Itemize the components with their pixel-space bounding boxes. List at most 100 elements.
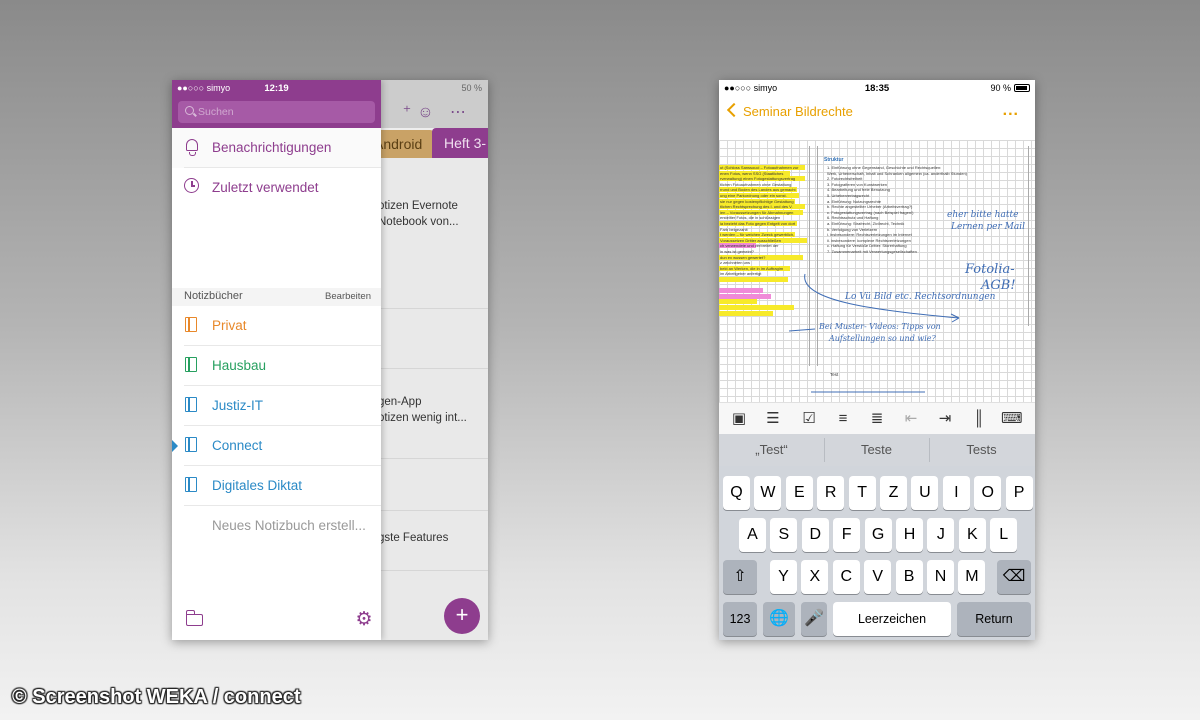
key-t[interactable]: T xyxy=(848,476,876,510)
shift-key[interactable]: ⇧ xyxy=(723,560,757,594)
checkbox-icon[interactable]: ☑ xyxy=(799,409,819,429)
notebook-connect[interactable]: Connect xyxy=(172,426,381,466)
ink-note: eher bitte hatte xyxy=(947,210,1019,220)
key-d[interactable]: D xyxy=(801,518,829,552)
notebook-label: Connect xyxy=(212,438,263,453)
notebook-label: Digitales Diktat xyxy=(212,478,303,493)
format-icon[interactable]: ║ xyxy=(969,409,989,429)
add-page-button[interactable]: + xyxy=(444,598,480,634)
format-toolbar: ▣ ☰ ☑ ≡ ≣ ⇤ ⇥ ║ ⌨ xyxy=(719,402,1035,434)
key-k[interactable]: K xyxy=(958,518,986,552)
microphone-icon[interactable]: ☰ xyxy=(763,409,783,429)
key-b[interactable]: B xyxy=(895,560,923,594)
notebook-label: Privat xyxy=(212,318,247,333)
key-l[interactable]: L xyxy=(990,518,1018,552)
notebook-hausbau[interactable]: Hausbau xyxy=(172,346,381,386)
page-canvas[interactable]: ut (Schloss Sanssouci – Fotoaufnahmen zu… xyxy=(719,140,1035,402)
chevron-left-icon[interactable] xyxy=(726,102,742,118)
key-m[interactable]: M xyxy=(958,560,986,594)
tab-android[interactable]: Android xyxy=(372,130,434,158)
status-time: 18:35 xyxy=(864,83,890,94)
key-r[interactable]: R xyxy=(817,476,845,510)
key-a[interactable]: A xyxy=(739,518,766,552)
keyboard-hide-icon[interactable]: ⌨ xyxy=(1001,409,1023,429)
key-s[interactable]: S xyxy=(770,518,798,552)
bell-icon xyxy=(186,139,198,156)
search-box[interactable] xyxy=(178,101,375,123)
section-tabs: Android Heft 3- xyxy=(372,128,488,158)
key-c[interactable]: C xyxy=(832,560,860,594)
page-snippet[interactable]: gste Features xyxy=(378,530,448,546)
notebook-digitales-diktat[interactable]: Digitales Diktat xyxy=(172,466,381,506)
key-w[interactable]: W xyxy=(754,476,782,510)
notebook-drawer: ●●○○○ simyo 12:19 Benachrichtigungen Zul… xyxy=(172,80,381,640)
key-p[interactable]: P xyxy=(1005,476,1033,510)
page-snippet[interactable]: Notebook von... xyxy=(378,214,459,230)
ink-note: Bei Muster- Videos: Tipps von xyxy=(819,322,941,331)
status-battery: 90 % xyxy=(990,83,1011,93)
key-z[interactable]: Z xyxy=(880,476,907,510)
divider xyxy=(372,510,488,511)
onenote-page-screenshot: ●●○○○ simyo 18:35 90 % Seminar Bildrecht… xyxy=(719,80,1035,640)
key-g[interactable]: G xyxy=(864,518,892,552)
backspace-key[interactable]: ⌫ xyxy=(997,560,1031,594)
nav-label: Zuletzt verwendet xyxy=(212,180,319,195)
key-v[interactable]: V xyxy=(864,560,892,594)
notebook-label: Justiz-IT xyxy=(212,398,264,413)
ink-note: Aufstellungen so und wie? xyxy=(829,334,936,343)
new-notebook-button[interactable]: Neues Notizbuch erstell... xyxy=(172,506,381,546)
add-person-icon[interactable]: ⁺☺ ⋯ xyxy=(403,102,472,122)
page-snippet[interactable]: otizen wenig int... xyxy=(378,410,467,426)
camera-icon[interactable]: ▣ xyxy=(729,409,749,429)
outdent-icon[interactable]: ⇤ xyxy=(901,409,921,429)
more-button[interactable]: ... xyxy=(1003,102,1019,120)
dictation-key[interactable]: 🎤 xyxy=(801,602,827,636)
key-i[interactable]: I xyxy=(942,476,970,510)
return-key[interactable]: Return xyxy=(957,602,1031,636)
suggestion[interactable]: „Test“ xyxy=(719,442,824,457)
search-input[interactable] xyxy=(198,104,368,120)
notebook-justiz-it[interactable]: Justiz-IT xyxy=(172,386,381,426)
numbered-list-icon[interactable]: ≣ xyxy=(867,409,887,429)
key-u[interactable]: U xyxy=(911,476,939,510)
copyright-watermark: © Screenshot WEKA / connect xyxy=(12,686,301,708)
divider xyxy=(372,308,488,309)
keyboard: „Test“ Teste Tests QWERTZUIOP ASDFGHJKL YX… xyxy=(719,434,1035,640)
globe-key[interactable]: 🌐 xyxy=(763,602,795,636)
edit-button[interactable]: Bearbeiten xyxy=(325,291,371,302)
gear-icon[interactable]: ⚙ xyxy=(355,610,373,629)
notebook-label: Hausbau xyxy=(212,358,267,373)
suggestion[interactable]: Teste xyxy=(824,442,929,457)
key-q[interactable]: Q xyxy=(723,476,750,510)
ink-note: Lo Vü Bild etc. Rechtsordnungen xyxy=(845,292,996,302)
divider xyxy=(372,570,488,571)
notebook-privat[interactable]: Privat xyxy=(172,306,381,346)
key-x[interactable]: X xyxy=(801,560,829,594)
key-f[interactable]: F xyxy=(833,518,861,552)
tab-heft[interactable]: Heft 3- xyxy=(432,128,488,158)
ink-note: Fotolia- xyxy=(965,262,1015,277)
key-o[interactable]: O xyxy=(974,476,1002,510)
notebook-icon xyxy=(185,437,197,452)
nav-notifications[interactable]: Benachrichtigungen xyxy=(172,128,381,168)
suggestion[interactable]: Tests xyxy=(929,442,1034,457)
key-h[interactable]: H xyxy=(896,518,923,552)
key-n[interactable]: N xyxy=(927,560,954,594)
page-snippet[interactable]: otizen Evernote xyxy=(378,198,458,214)
bullet-list-icon[interactable]: ≡ xyxy=(833,409,853,429)
back-button[interactable]: Seminar Bildrechte xyxy=(743,104,853,119)
key-y[interactable]: Y xyxy=(770,560,797,594)
key-e[interactable]: E xyxy=(785,476,813,510)
status-time: 12:19 xyxy=(264,83,289,94)
page-snippet[interactable]: gen-App xyxy=(378,394,421,410)
ink-note: AGB! xyxy=(981,278,1016,293)
numbers-key[interactable]: 123 xyxy=(723,602,757,636)
drawer-footer: ⚙ xyxy=(172,602,381,640)
key-j[interactable]: J xyxy=(927,518,955,552)
onenote-phone-screenshot: 50 % ⁺☺ ⋯ Android Heft 3- otizen Evernot… xyxy=(172,80,488,640)
battery-icon xyxy=(1014,84,1030,92)
indent-icon[interactable]: ⇥ xyxy=(935,409,955,429)
nav-recent[interactable]: Zuletzt verwendet xyxy=(172,168,381,208)
folder-icon[interactable] xyxy=(185,610,203,626)
space-key[interactable]: Leerzeichen xyxy=(833,602,951,636)
